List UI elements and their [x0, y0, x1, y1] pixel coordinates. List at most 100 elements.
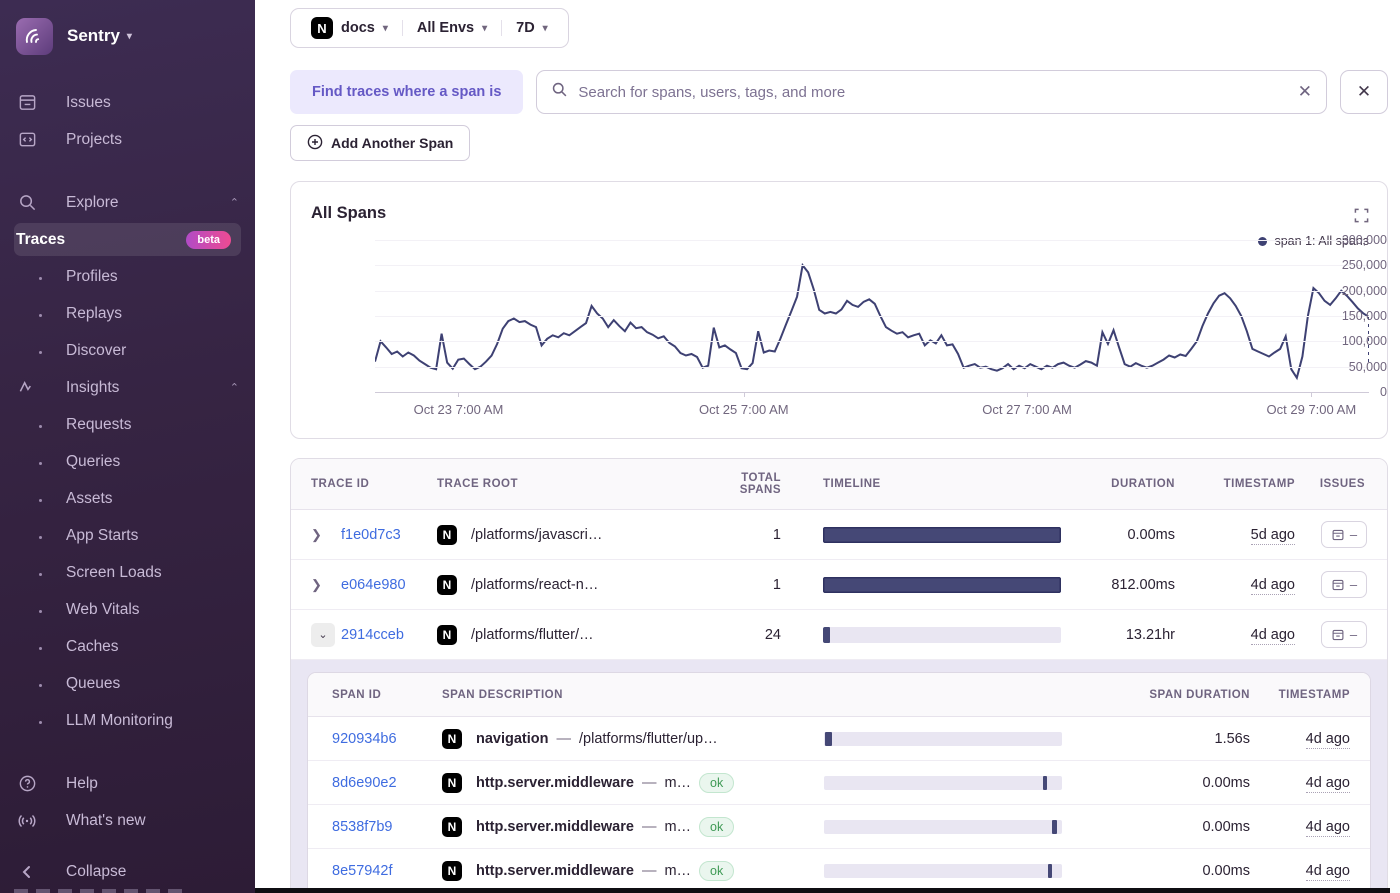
project-selector[interactable]: N docs ▾: [297, 17, 402, 39]
sidebar: Sentry ▾ Issues Projects Explore ⌃: [0, 0, 255, 893]
span-timeline-bar[interactable]: [824, 864, 1062, 878]
main-content: N docs ▾ All Envs ▾ 7D ▾ Find traces whe…: [255, 0, 1400, 893]
sidebar-item-discover[interactable]: Discover: [0, 332, 255, 369]
project-name: docs: [341, 20, 375, 36]
duration: 812.00ms: [1061, 577, 1175, 593]
sentry-logo[interactable]: [16, 18, 53, 55]
sidebar-item-issues[interactable]: Issues: [0, 84, 255, 121]
timeline-bar[interactable]: [823, 627, 1061, 643]
table-row[interactable]: ❯ f1e0d7c3 N /platforms/javascri… 1 0.00…: [291, 510, 1387, 560]
span-id-link[interactable]: 920934b6: [332, 731, 397, 747]
table-header: TRACE ID TRACE ROOT TOTAL SPANS TIMELINE…: [291, 459, 1387, 510]
span-row[interactable]: 920934b6 N navigation — /platforms/flutt…: [308, 717, 1370, 761]
sidebar-item-requests[interactable]: Requests: [0, 406, 255, 443]
span-timeline-bar[interactable]: [824, 776, 1062, 790]
gridline: [375, 291, 1369, 292]
dash-separator: —: [557, 731, 572, 747]
x-axis-tick: [1311, 392, 1312, 397]
span-timestamp[interactable]: 4d ago: [1306, 819, 1350, 837]
beta-badge: beta: [186, 231, 231, 249]
add-another-span-button[interactable]: Add Another Span: [290, 125, 470, 161]
timestamp[interactable]: 4d ago: [1251, 577, 1295, 595]
table-row-expanded[interactable]: ⌄ 2914cceb N /platforms/flutter/… 24 13.…: [291, 610, 1387, 660]
total-spans: 1: [701, 527, 781, 543]
sidebar-item-llm-monitoring[interactable]: LLM Monitoring: [0, 702, 255, 739]
sidebar-item-replays[interactable]: Replays: [0, 295, 255, 332]
span-timeline-bar[interactable]: [824, 732, 1062, 746]
sidebar-item-help[interactable]: Help: [0, 765, 255, 802]
sidebar-item-screen-loads[interactable]: Screen Loads: [0, 554, 255, 591]
span-row[interactable]: 8538f7b9 N http.server.middleware — m… o…: [308, 805, 1370, 849]
expand-chevron-icon[interactable]: ❯: [311, 577, 341, 593]
environment-selector[interactable]: All Envs ▾: [402, 20, 501, 36]
span-id-link[interactable]: 8d6e90e2: [332, 775, 397, 791]
dash-separator: —: [642, 775, 657, 791]
issues-count-dash: –: [1350, 577, 1357, 592]
total-spans: 1: [701, 577, 781, 593]
duration: 13.21hr: [1061, 627, 1175, 643]
issues-button[interactable]: –: [1321, 571, 1367, 598]
trace-id-link[interactable]: f1e0d7c3: [341, 527, 401, 543]
nextjs-project-icon: N: [442, 729, 462, 749]
span-description: m…: [664, 863, 691, 879]
sentry-logo-icon: [23, 24, 47, 48]
remove-span-filter-button[interactable]: ✕: [1340, 70, 1388, 114]
projects-icon: [16, 130, 38, 149]
sidebar-item-whats-new[interactable]: What's new: [0, 802, 255, 839]
timestamp[interactable]: 4d ago: [1251, 627, 1295, 645]
sidebar-item-queries[interactable]: Queries: [0, 443, 255, 480]
expand-chevron-icon[interactable]: ❯: [311, 527, 341, 543]
span-op: navigation: [476, 731, 549, 747]
sidebar-item-projects[interactable]: Projects: [0, 121, 255, 158]
expanded-trace-zone: SPAN ID SPAN DESCRIPTION SPAN DURATION T…: [291, 660, 1387, 893]
date-range-selector[interactable]: 7D ▾: [501, 20, 562, 36]
sidebar-item-web-vitals[interactable]: Web Vitals: [0, 591, 255, 628]
span-id-link[interactable]: 8538f7b9: [332, 819, 392, 835]
table-row[interactable]: ❯ e064e980 N /platforms/react-n… 1 812.0…: [291, 560, 1387, 610]
sidebar-item-profiles[interactable]: Profiles: [0, 258, 255, 295]
sidebar-item-label: Assets: [66, 490, 113, 508]
chart-title: All Spans: [311, 204, 386, 223]
sidebar-item-traces[interactable]: Traces beta: [14, 223, 241, 256]
span-timestamp[interactable]: 4d ago: [1306, 731, 1350, 749]
span-timestamp[interactable]: 4d ago: [1306, 863, 1350, 881]
status-badge: ok: [699, 861, 734, 881]
sidebar-collapse-button[interactable]: Collapse: [0, 853, 255, 890]
sidebar-item-app-starts[interactable]: App Starts: [0, 517, 255, 554]
timeline-bar[interactable]: [823, 577, 1061, 593]
nextjs-project-icon: N: [437, 575, 457, 595]
trace-id-link[interactable]: e064e980: [341, 577, 406, 593]
search-input[interactable]: [578, 84, 1287, 101]
all-spans-chart-panel: All Spans span 1: All spans 300,000250,0…: [290, 181, 1388, 439]
y-axis-tick-label: 250,000: [1311, 258, 1387, 272]
org-name: Sentry: [67, 26, 120, 46]
span-row[interactable]: 8d6e90e2 N http.server.middleware — m… o…: [308, 761, 1370, 805]
sidebar-item-queues[interactable]: Queues: [0, 665, 255, 702]
timeline-bar[interactable]: [823, 527, 1061, 543]
fullscreen-icon[interactable]: [1354, 208, 1369, 228]
sidebar-item-label: Help: [66, 775, 98, 793]
subtable-header: SPAN ID SPAN DESCRIPTION SPAN DURATION T…: [308, 673, 1370, 717]
org-switcher[interactable]: Sentry ▾: [67, 26, 132, 46]
sidebar-section-insights[interactable]: Insights ⌃: [0, 369, 255, 406]
sidebar-item-caches[interactable]: Caches: [0, 628, 255, 665]
issues-button[interactable]: –: [1321, 621, 1367, 648]
sidebar-section-explore[interactable]: Explore ⌃: [0, 184, 255, 221]
span-timeline-bar[interactable]: [824, 820, 1062, 834]
collapse-chevron-icon[interactable]: ⌄: [311, 623, 335, 647]
sidebar-item-assets[interactable]: Assets: [0, 480, 255, 517]
span-row[interactable]: 8e57942f N http.server.middleware — m… o…: [308, 849, 1370, 893]
span-timestamp[interactable]: 4d ago: [1306, 775, 1350, 793]
timestamp[interactable]: 5d ago: [1251, 527, 1295, 545]
y-axis-tick-label: 50,000: [1311, 360, 1387, 374]
chart-plot-area: 300,000250,000200,000150,000100,00050,00…: [291, 232, 1387, 438]
clear-search-icon[interactable]: ✕: [1298, 82, 1312, 102]
duration: 0.00ms: [1061, 527, 1175, 543]
chevron-down-icon: ▾: [543, 23, 548, 34]
sidebar-item-label: Traces: [16, 231, 65, 249]
chevron-down-icon: ▾: [127, 31, 132, 42]
trace-id-link[interactable]: 2914cceb: [341, 627, 404, 643]
span-id-link[interactable]: 8e57942f: [332, 863, 392, 879]
issues-button[interactable]: –: [1321, 521, 1367, 548]
trace-root: /platforms/flutter/…: [471, 627, 701, 643]
